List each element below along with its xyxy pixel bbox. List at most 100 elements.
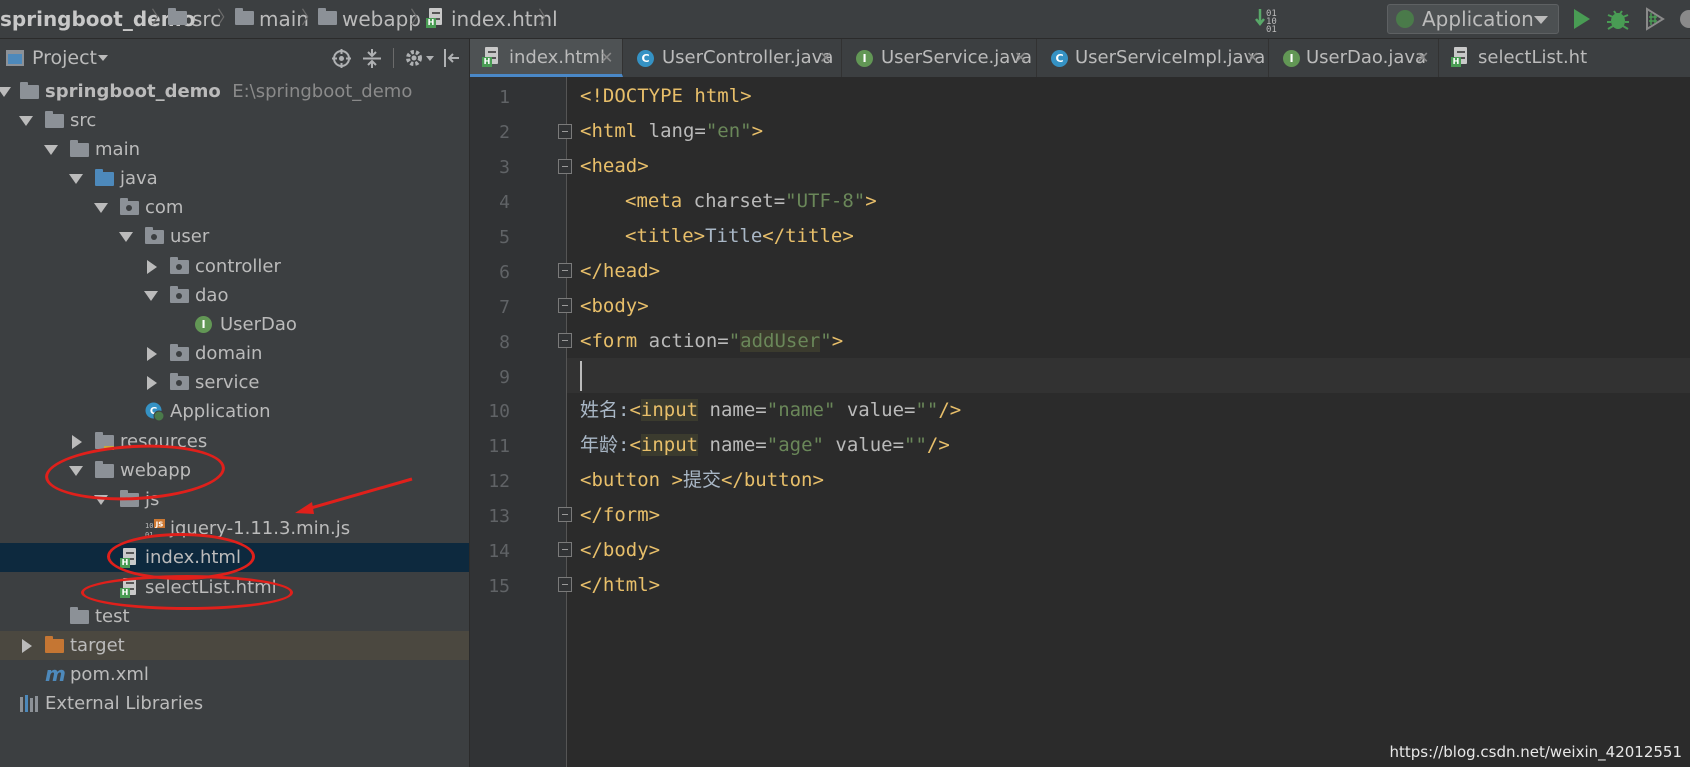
chevron-right-icon[interactable] [22,639,32,653]
fold-marker-icon[interactable] [558,124,572,139]
scroll-from-source-icon[interactable] [332,49,351,68]
folder-icon [70,140,89,157]
gear-icon[interactable] [404,48,424,68]
chevron-down-icon[interactable] [94,203,108,213]
tree-item-label: pom.xml [70,664,149,685]
chevron-right-icon[interactable] [72,435,82,449]
tree-item-label: main [95,139,140,160]
fold-marker-icon[interactable] [558,263,572,278]
chevron-down-icon[interactable] [94,495,108,505]
tree-row-selectlist-html[interactable]: H selectList.html [0,573,469,602]
tree-item-label: jquery-1.11.3.min.js [170,518,351,539]
line-number: 15 [488,576,510,597]
fold-marker-icon[interactable] [558,333,572,348]
run-configuration-dropdown[interactable]: Application [1387,4,1559,34]
tree-root-name: springboot_demo [45,81,221,102]
svg-text:01: 01 [1266,25,1277,33]
chevron-down-icon[interactable] [144,291,158,301]
tree-item-label: webapp [120,460,192,481]
tree-row-domain[interactable]: domain [0,339,469,368]
tree-row-test[interactable]: test [0,602,469,631]
tree-row-userdao[interactable]: I UserDao [0,310,469,339]
chevron-right-icon[interactable] [147,376,157,390]
chevron-right-icon[interactable] [147,260,157,274]
coverage-icon[interactable] [1641,5,1669,33]
breadcrumb-separator: 〉 [217,8,235,29]
code-line-2: <html lang="en"> [580,120,764,142]
chevron-down-icon[interactable] [44,145,58,155]
close-icon[interactable]: ✕ [819,39,832,77]
fold-marker-icon[interactable] [558,542,572,557]
debug-icon[interactable] [1604,5,1632,33]
tree-row-root[interactable]: springboot_demo E:\springboot_demo [0,77,469,106]
tree-item-label: index.html [145,547,241,568]
svg-text:10: 10 [145,522,153,530]
sort-binary-icon[interactable]: 01 10 01 [1255,5,1283,33]
close-icon[interactable]: ✕ [600,39,613,77]
fold-marker-icon[interactable] [558,159,572,174]
package-icon [120,198,139,215]
interface-icon: I [1283,50,1300,67]
line-number: 14 [488,541,510,562]
tree-row-dao[interactable]: dao [0,281,469,310]
chevron-down-icon[interactable] [69,466,83,476]
tab-userserviceimpl[interactable]: C UserServiceImpl.java ✕ [1037,39,1269,77]
tree-item-label: user [170,226,210,247]
tab-userservice[interactable]: I UserService.java ✕ [842,39,1037,77]
profile-icon[interactable] [1675,5,1690,33]
chevron-down-icon[interactable] [98,55,108,61]
close-icon[interactable]: ✕ [1014,39,1027,77]
project-folder-icon [20,82,39,99]
tree-row-main[interactable]: main [0,135,469,164]
navigation-bar: springboot_demo 〉 src 〉 main 〉 webapp 〉 … [0,0,1690,39]
tree-row-index-html[interactable]: H index.html [0,543,469,572]
tree-item-label: selectList.html [145,577,277,598]
interface-icon: I [856,50,873,67]
line-number: 1 [499,87,510,108]
breadcrumb-separator: 〉 [301,8,319,29]
tree-row-jquery[interactable]: 10 01 JS jquery-1.11.3.min.js [0,514,469,543]
folder-icon [235,8,254,25]
fold-marker-icon[interactable] [558,577,572,592]
tree-row-src[interactable]: src [0,106,469,135]
folder-icon [168,8,187,25]
hide-panel-icon[interactable] [443,49,461,67]
tree-row-service[interactable]: service [0,368,469,397]
tree-row-application[interactable]: C Application [0,397,469,426]
tree-row-resources[interactable]: resources [0,427,469,456]
code-line-11: 年龄:<input name="age" value=""/> [580,434,950,456]
collapse-all-icon[interactable] [363,49,381,68]
tree-row-external-libraries[interactable]: External Libraries [0,689,469,718]
fold-marker-icon[interactable] [558,507,572,522]
class-icon: C [637,50,654,67]
chevron-down-icon[interactable] [426,56,434,61]
code-editor[interactable]: 1 2 3 4 5 6 7 8 9 10 11 12 13 14 15 <!DO… [470,77,1690,767]
tab-usercontroller[interactable]: C UserController.java ✕ [623,39,842,77]
chevron-down-icon[interactable] [0,87,11,97]
close-icon[interactable]: ✕ [1416,39,1429,77]
tab-index-html[interactable]: H index.html ✕ [470,39,623,77]
tree-row-user[interactable]: user [0,222,469,251]
chevron-down-icon[interactable] [119,232,133,242]
tab-selectlist[interactable]: H selectList.ht [1439,39,1690,77]
tab-userdao[interactable]: I UserDao.java ✕ [1269,39,1439,77]
breadcrumb-separator: 〉 [410,8,428,29]
tree-row-target[interactable]: target [0,631,469,660]
tree-item-label: test [95,606,130,627]
run-icon[interactable] [1567,5,1595,33]
tree-row-controller[interactable]: controller [0,252,469,281]
chevron-down-icon[interactable] [19,116,33,126]
code-line-4: <meta charset="UTF-8"> [625,190,877,212]
toolbar-divider [393,48,394,68]
fold-marker-icon[interactable] [558,298,572,313]
html-file-icon: H [1451,47,1469,67]
tab-label: UserController.java [662,47,834,68]
tree-row-com[interactable]: com [0,193,469,222]
code-line-10: 姓名:<input name="name" value=""/> [580,399,962,421]
chevron-right-icon[interactable] [147,347,157,361]
line-number: 5 [499,227,510,248]
tree-row-pom[interactable]: m pom.xml [0,660,469,689]
close-icon[interactable]: ✕ [1246,39,1259,77]
chevron-down-icon[interactable] [69,174,83,184]
tree-row-java[interactable]: java [0,164,469,193]
